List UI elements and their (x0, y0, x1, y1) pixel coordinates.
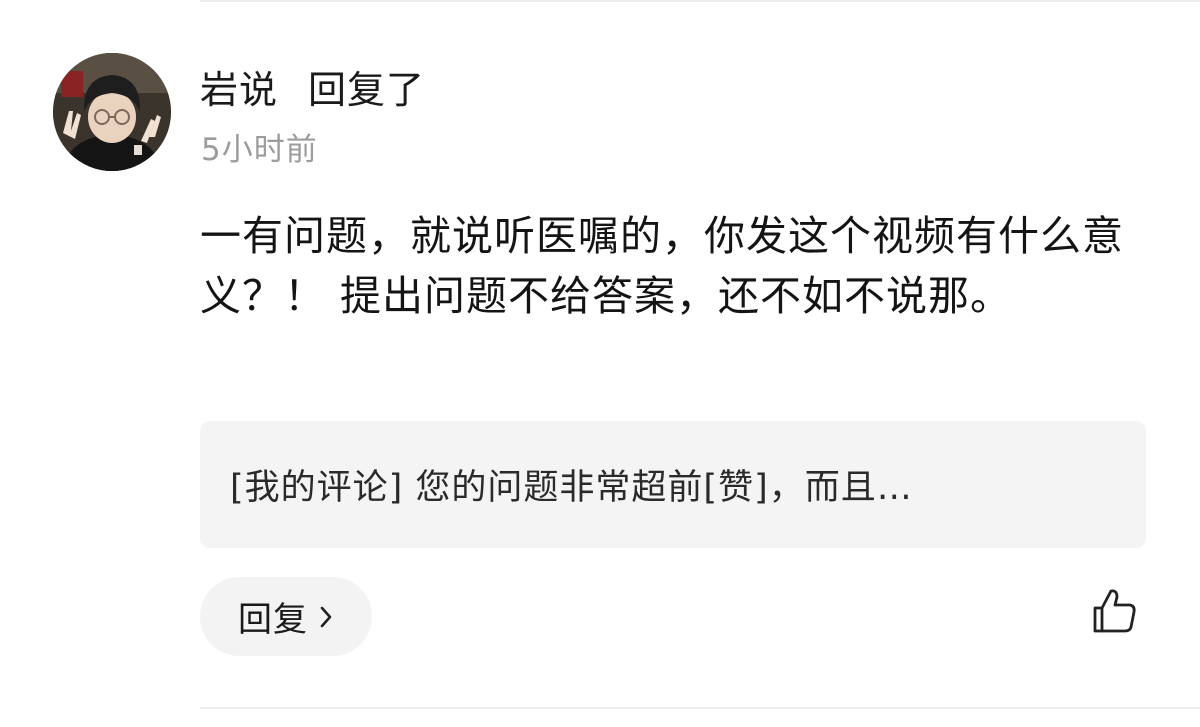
thumbs-up-icon (1089, 586, 1139, 640)
like-button[interactable] (1086, 585, 1142, 641)
top-divider (200, 0, 1200, 2)
comment-body: 一有问题，就说听医嘱的，你发这个视频有什么意义？！ 提出问题不给答案，还不如不说… (200, 212, 1124, 320)
bottom-divider (200, 707, 1200, 709)
reply-button[interactable]: 回复 (200, 577, 372, 656)
user-name[interactable]: 岩说 (200, 59, 278, 114)
action-text: 回复了 (308, 67, 426, 112)
timestamp: 5小时前 (201, 132, 318, 168)
avatar[interactable] (53, 53, 171, 171)
comment-header: 岩说 回复了 (200, 58, 425, 114)
quoted-comment-box[interactable]: [我的评论] 您的问题非常超前[赞]，而且… (200, 421, 1146, 548)
chevron-right-icon (318, 605, 334, 629)
reply-label: 回复 (238, 600, 308, 640)
quoted-comment-text: [我的评论] 您的问题非常超前[赞]，而且… (230, 468, 913, 508)
